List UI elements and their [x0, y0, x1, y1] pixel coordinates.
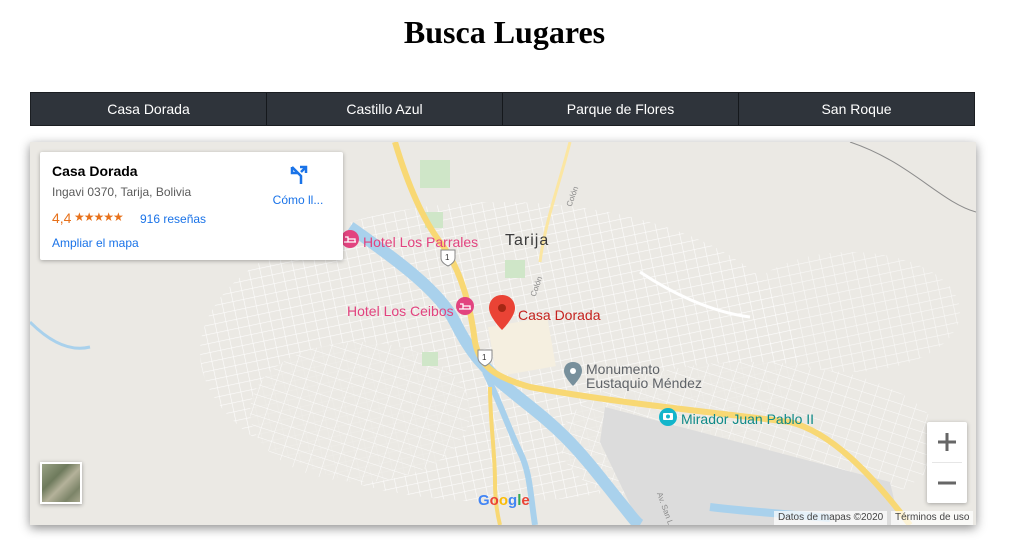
- page-title: Busca Lugares: [403, 14, 606, 50]
- zoom-in-button[interactable]: [927, 422, 967, 462]
- rating-stars-icon: ★★★★★: [74, 210, 124, 224]
- place-address: Ingavi 0370, Tarija, Bolivia: [52, 185, 192, 199]
- reviews-link[interactable]: 916 reseñas: [140, 212, 206, 226]
- rating-value: 4,4: [52, 210, 72, 226]
- directions-button[interactable]: Cómo ll...: [268, 164, 328, 207]
- mirador-camera-pin-icon[interactable]: [659, 408, 677, 426]
- tab-casa-dorada[interactable]: Casa Dorada: [31, 93, 267, 125]
- city-label: Tarija: [505, 232, 550, 249]
- google-logo-letter: o: [489, 492, 499, 509]
- tab-parque-de-flores[interactable]: Parque de Flores: [503, 93, 739, 125]
- tab-castillo-azul[interactable]: Castillo Azul: [267, 93, 503, 125]
- hotel-parrales-label[interactable]: Hotel Los Parrales: [363, 234, 478, 250]
- map-embed[interactable]: Colón Colón Av. San L 1 1 Tarija Hotel L…: [30, 142, 976, 525]
- mirador-label[interactable]: Mirador Juan Pablo II: [681, 411, 814, 427]
- casa-dorada-label[interactable]: Casa Dorada: [518, 307, 601, 323]
- google-logo-letter: o: [498, 492, 509, 509]
- hotel-ceibos-label[interactable]: Hotel Los Ceibos: [347, 303, 454, 319]
- enlarge-map-link[interactable]: Ampliar el mapa: [52, 236, 139, 250]
- google-logo-letter: G: [478, 492, 490, 509]
- google-logo: Google: [478, 492, 530, 509]
- satellite-toggle-thumbnail[interactable]: [40, 462, 82, 504]
- zoom-controls: [927, 422, 967, 503]
- map-attribution: Datos de mapas ©2020: [774, 511, 888, 525]
- directions-icon: [290, 165, 308, 184]
- terms-link[interactable]: Términos de uso: [891, 511, 974, 525]
- directions-label: Cómo ll...: [272, 193, 324, 207]
- google-logo-letter: g: [508, 492, 518, 509]
- tab-san-roque[interactable]: San Roque: [739, 93, 974, 125]
- hotel-ceibos-pin-icon[interactable]: [456, 297, 474, 315]
- route-shield-label-north: 1: [445, 253, 450, 262]
- place-name: Casa Dorada: [52, 163, 138, 179]
- place-tabs: Casa Dorada Castillo Azul Parque de Flor…: [30, 92, 975, 126]
- google-logo-letter: e: [521, 492, 530, 509]
- hotel-parrales-pin-icon[interactable]: [341, 230, 359, 248]
- plus-icon: [938, 433, 956, 451]
- place-info-card: Casa Dorada Ingavi 0370, Tarija, Bolivia…: [40, 152, 343, 260]
- minus-icon: [938, 481, 956, 485]
- route-shield-label-center: 1: [482, 353, 487, 362]
- monument-label-line2[interactable]: Eustaquio Méndez: [586, 375, 702, 391]
- zoom-out-button[interactable]: [927, 463, 967, 503]
